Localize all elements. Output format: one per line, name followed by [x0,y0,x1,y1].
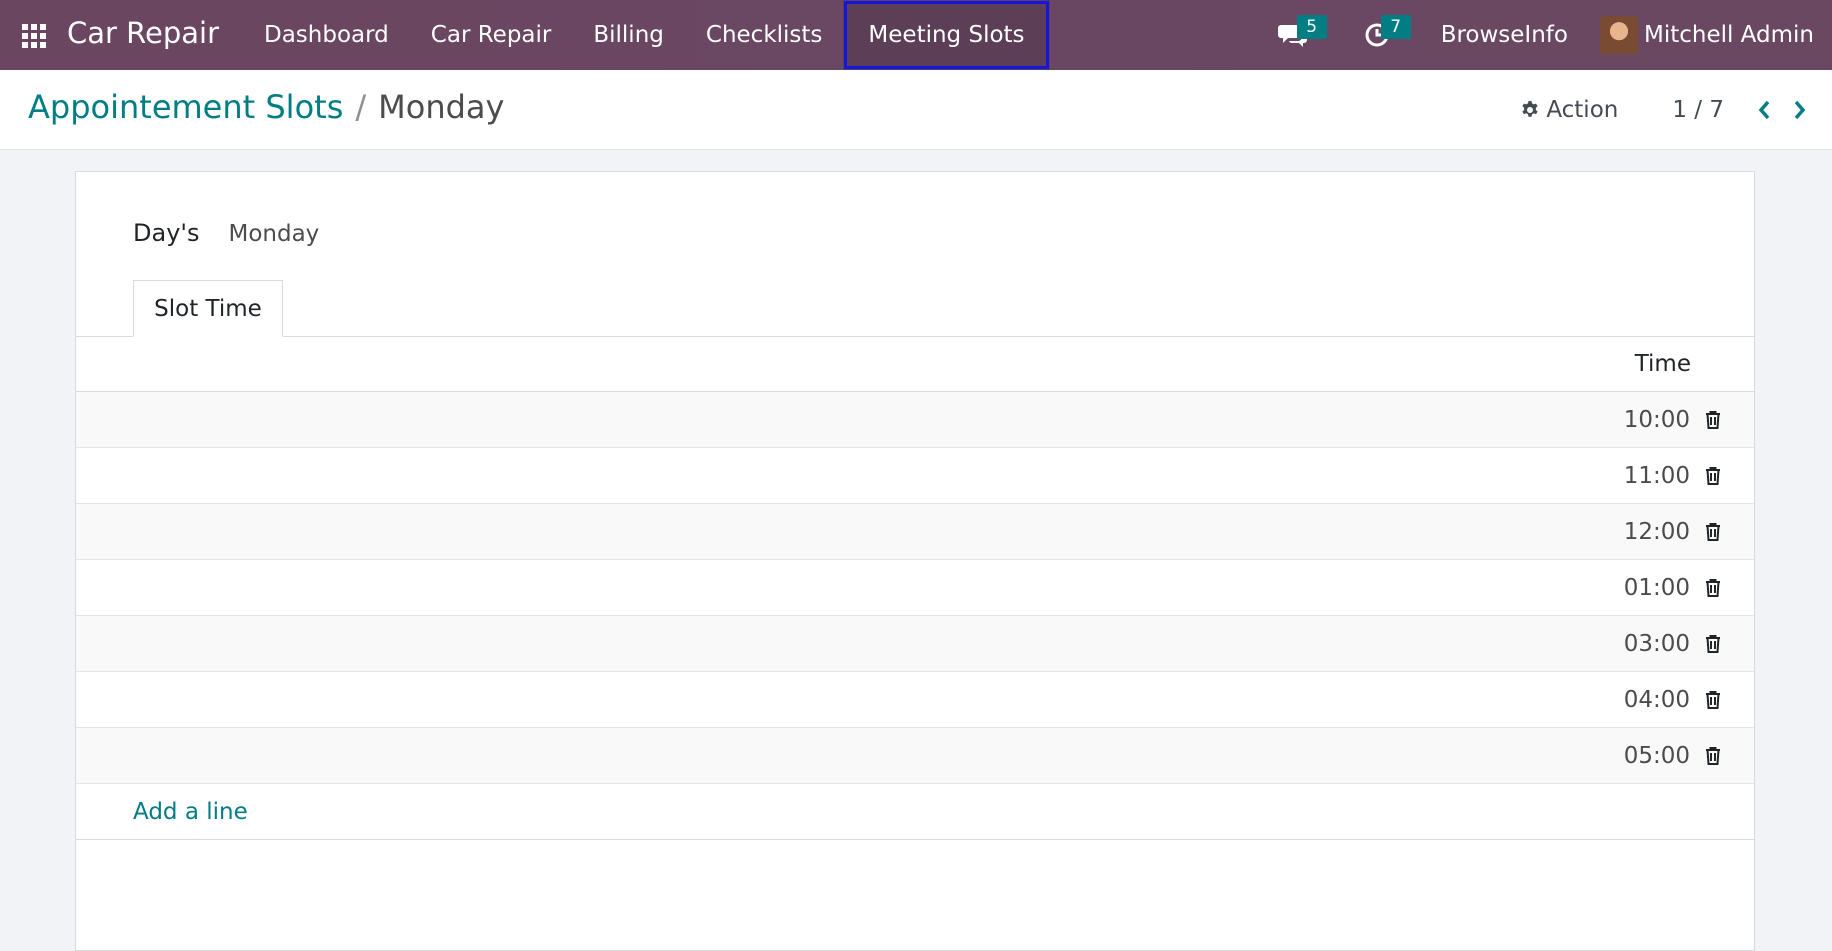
tab-slot-time[interactable]: Slot Time [133,280,283,337]
table-header: Time [76,336,1754,392]
chevron-left-icon [1758,100,1770,120]
trash-icon[interactable] [1702,688,1724,712]
apps-menu-icon[interactable] [22,24,46,48]
column-header-time[interactable]: Time [1635,351,1691,377]
control-panel: Appointement Slots / Monday Action 1 / 7 [0,70,1832,150]
table-body: 10:00 11:00 12:00 01:00 03:00 04:00 05:0… [76,392,1754,784]
systray: 5 7 BrowseInfo Mitchell Admin [1273,0,1832,70]
main-menu: Dashboard Car Repair Billing Checklists … [243,0,1050,70]
trash-icon[interactable] [1702,576,1724,600]
messages-count-badge: 5 [1296,15,1327,39]
control-panel-right: Action 1 / 7 [1520,70,1832,150]
table-row[interactable]: 05:00 [76,728,1754,784]
breadcrumb: Appointement Slots / Monday [28,88,504,126]
time-cell[interactable]: 01:00 [1624,575,1690,601]
day-field-label: Day's [133,219,200,247]
menu-item-dashboard[interactable]: Dashboard [243,0,410,70]
table-row[interactable]: 11:00 [76,448,1754,504]
time-cell[interactable]: 03:00 [1624,631,1690,657]
table-row[interactable]: 10:00 [76,392,1754,448]
pager-previous-button[interactable] [1746,90,1782,130]
menu-item-car-repair[interactable]: Car Repair [410,0,573,70]
company-switcher[interactable]: BrowseInfo [1441,22,1568,48]
time-cell[interactable]: 04:00 [1624,687,1690,713]
user-menu[interactable]: Mitchell Admin [1599,16,1814,54]
breadcrumb-parent-link[interactable]: Appointement Slots [28,88,343,126]
menu-item-billing[interactable]: Billing [572,0,685,70]
avatar [1599,16,1638,54]
menu-item-meeting-slots[interactable]: Meeting Slots [843,0,1050,70]
add-line-row: Add a line [76,784,1754,840]
pager-value[interactable]: 1 / 7 [1672,97,1724,123]
time-cell[interactable]: 12:00 [1624,519,1690,545]
messages-systray[interactable]: 5 [1273,0,1327,70]
breadcrumb-separator: / [355,88,367,126]
add-line-link[interactable]: Add a line [133,799,248,825]
pager-next-button[interactable] [1782,90,1818,130]
action-button[interactable]: Action [1520,97,1618,123]
slot-time-table: Time 10:00 11:00 12:00 01:00 03:00 04:00… [76,336,1754,840]
activities-systray[interactable]: 7 [1357,0,1411,70]
gear-icon [1522,101,1538,117]
menu-item-checklists[interactable]: Checklists [685,0,844,70]
table-row[interactable]: 01:00 [76,560,1754,616]
trash-icon[interactable] [1702,632,1724,656]
activities-count-badge: 7 [1380,15,1411,39]
day-field: Day's Monday [133,219,319,247]
app-brand[interactable]: Car Repair [67,16,219,50]
user-name: Mitchell Admin [1643,22,1814,48]
table-row[interactable]: 03:00 [76,616,1754,672]
table-row[interactable]: 12:00 [76,504,1754,560]
table-row[interactable]: 04:00 [76,672,1754,728]
form-sheet: Day's Monday Slot Time Time 10:00 11:00 … [75,171,1755,951]
chevron-right-icon [1794,100,1806,120]
trash-icon[interactable] [1702,744,1724,768]
trash-icon[interactable] [1702,408,1724,432]
time-cell[interactable]: 05:00 [1624,743,1690,769]
time-cell[interactable]: 10:00 [1624,407,1690,433]
time-cell[interactable]: 11:00 [1624,463,1690,489]
top-navbar: Car Repair Dashboard Car Repair Billing … [0,0,1832,70]
action-label: Action [1546,97,1619,123]
day-field-value[interactable]: Monday [229,221,320,247]
trash-icon[interactable] [1702,464,1724,488]
trash-icon[interactable] [1702,520,1724,544]
breadcrumb-current: Monday [378,88,505,126]
